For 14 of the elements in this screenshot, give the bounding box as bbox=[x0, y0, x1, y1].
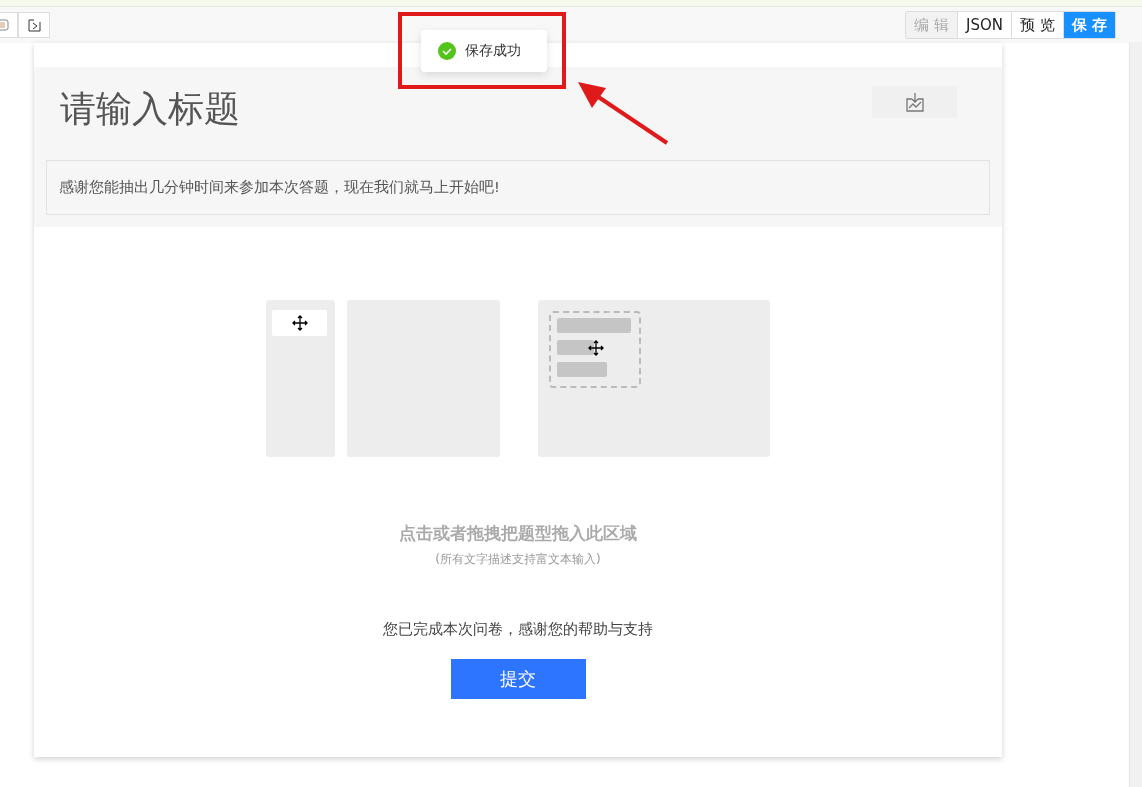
mode-button[interactable]: JSON bbox=[957, 12, 1011, 38]
check-icon bbox=[438, 42, 456, 60]
rich-text-note: (所有文字描述支持富文本输入) bbox=[434, 551, 602, 568]
import-icon bbox=[26, 17, 42, 33]
mode-button[interactable]: 预 览 bbox=[1011, 12, 1063, 38]
submit-button[interactable]: 提交 bbox=[450, 659, 586, 699]
completion-message[interactable]: 您已完成本次问卷，感谢您的帮助与支持 bbox=[34, 620, 1002, 639]
survey-title[interactable]: 请输入标题 bbox=[60, 86, 240, 131]
download-chart-icon bbox=[905, 92, 924, 112]
import-button[interactable] bbox=[18, 12, 50, 38]
toast-message: 保存成功 bbox=[465, 42, 521, 60]
export-button[interactable] bbox=[872, 86, 957, 118]
drop-hint: 点击或者拖拽把题型拖入此区域 bbox=[398, 523, 638, 545]
survey-description[interactable]: 感谢您能抽出几分钟时间来参加本次答题，现在我们就马上开始吧! bbox=[46, 160, 990, 215]
